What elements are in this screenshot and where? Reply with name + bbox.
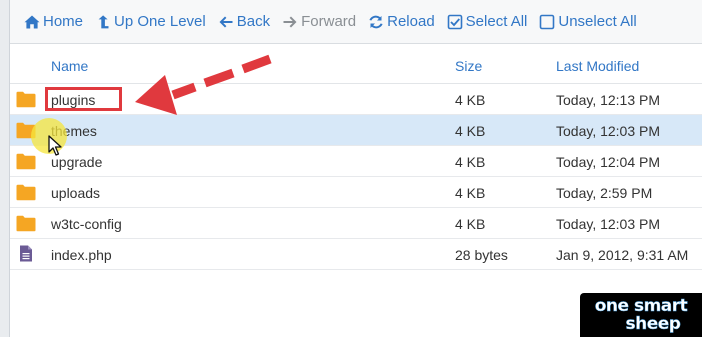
file-name: uploads xyxy=(51,185,101,201)
reload-label: Reload xyxy=(387,13,435,30)
home-button[interactable]: Home xyxy=(20,7,91,37)
level-up-icon xyxy=(98,14,109,28)
file-modified: Today, 2:59 PM xyxy=(556,185,653,201)
select-all-button[interactable]: Select All xyxy=(443,7,536,37)
folder-icon xyxy=(16,184,36,201)
select-all-label: Select All xyxy=(465,13,528,30)
table-row[interactable]: themes 4 KB Today, 12:03 PM xyxy=(10,115,702,146)
folder-icon xyxy=(16,91,36,108)
file-size: 4 KB xyxy=(455,185,486,201)
file-name: w3tc-config xyxy=(51,216,122,232)
file-modified: Today, 12:13 PM xyxy=(556,92,661,108)
table-row[interactable]: upgrade 4 KB Today, 12:04 PM xyxy=(10,146,702,177)
home-icon xyxy=(24,15,40,28)
table-row[interactable]: w3tc-config 4 KB Today, 12:03 PM xyxy=(10,208,702,239)
home-label: Home xyxy=(43,13,84,30)
file-name: themes xyxy=(51,123,97,139)
file-size: 4 KB xyxy=(455,216,486,232)
file-name: plugins xyxy=(51,92,96,108)
watermark-line1: one smart xyxy=(594,295,688,316)
left-rail xyxy=(0,0,10,337)
reload-button[interactable]: Reload xyxy=(364,7,443,37)
file-size: 28 bytes xyxy=(455,247,508,263)
checked-box-icon xyxy=(447,14,462,29)
forward-button[interactable]: Forward xyxy=(278,7,364,37)
watermark-line2: sheep xyxy=(625,313,681,334)
empty-box-icon xyxy=(540,14,555,29)
unselect-all-label: Unselect All xyxy=(558,13,637,30)
file-manager-window: Home Up One Level Back Forward Reload Se… xyxy=(0,0,702,337)
file-size: 4 KB xyxy=(455,123,486,139)
column-header-last-modified[interactable]: Last Modified xyxy=(556,58,639,74)
file-modified: Today, 12:03 PM xyxy=(556,216,661,232)
back-button[interactable]: Back xyxy=(214,7,278,37)
table-row[interactable]: index.php 28 bytes Jan 9, 2012, 9:31 AM xyxy=(10,239,702,270)
file-modified: Today, 12:04 PM xyxy=(556,154,661,170)
table-row[interactable]: uploads 4 KB Today, 2:59 PM xyxy=(10,177,702,208)
toolbar: Home Up One Level Back Forward Reload Se… xyxy=(10,0,702,44)
forward-label: Forward xyxy=(301,13,357,30)
table-row[interactable]: plugins 4 KB Today, 12:13 PM xyxy=(10,84,702,115)
file-modified: Today, 12:03 PM xyxy=(556,123,661,139)
arrow-right-icon xyxy=(283,16,297,27)
up-one-level-button[interactable]: Up One Level xyxy=(91,7,214,37)
table-header: Name Size Last Modified xyxy=(10,44,702,84)
file-size: 4 KB xyxy=(455,154,486,170)
watermark-logo: one smart sheep xyxy=(580,293,702,337)
column-header-size[interactable]: Size xyxy=(455,58,482,74)
up-one-level-label: Up One Level xyxy=(114,13,206,30)
reload-icon xyxy=(369,15,383,28)
file-name: index.php xyxy=(51,247,112,263)
file-name: upgrade xyxy=(51,154,103,170)
column-header-name[interactable]: Name xyxy=(51,58,88,74)
back-label: Back xyxy=(236,13,271,30)
unselect-all-button[interactable]: Unselect All xyxy=(535,7,644,37)
folder-icon xyxy=(16,153,36,170)
file-icon xyxy=(20,245,32,262)
file-modified: Jan 9, 2012, 9:31 AM xyxy=(556,247,689,263)
file-size: 4 KB xyxy=(455,92,486,108)
arrow-left-icon xyxy=(219,16,233,27)
folder-icon xyxy=(16,122,36,139)
file-list: plugins 4 KB Today, 12:13 PM themes 4 KB… xyxy=(10,84,702,270)
folder-icon xyxy=(16,215,36,232)
